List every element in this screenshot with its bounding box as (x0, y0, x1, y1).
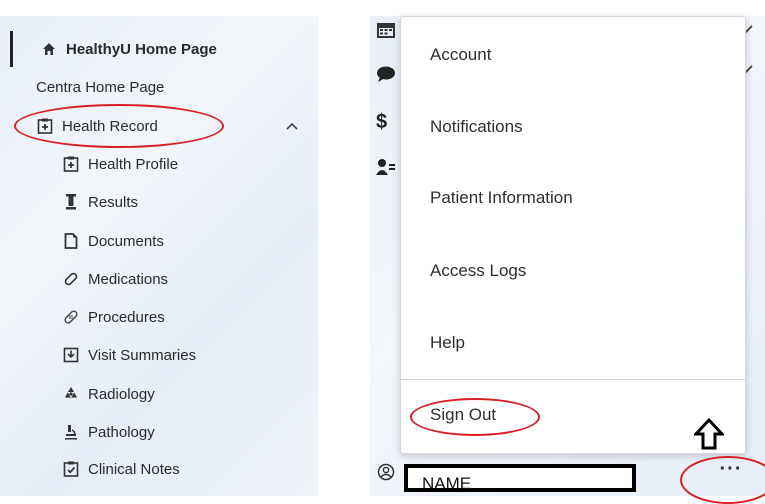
nav-item-radiology[interactable]: Radiology (62, 385, 155, 403)
microscope-icon (62, 423, 80, 441)
nav-item-pathology[interactable]: Pathology (62, 423, 155, 441)
nav-item-label: Documents (88, 232, 164, 250)
menu-divider (401, 379, 745, 380)
nav-item-label: HealthyU Home Page (66, 40, 217, 58)
user-name-text: NAME (422, 474, 472, 493)
home-icon (40, 40, 58, 58)
medical-record-icon (62, 155, 80, 173)
nav-item-label: Results (88, 193, 139, 211)
user-circle-icon (377, 463, 395, 481)
test-tube-icon (62, 193, 80, 211)
nav-item-centra-home[interactable]: Centra Home Page (36, 79, 164, 96)
menu-item-notifications[interactable]: Notifications (430, 117, 523, 137)
nav-item-health-profile[interactable]: Health Profile (62, 155, 178, 173)
calendar-icon[interactable] (376, 20, 396, 40)
menu-item-patient-information[interactable]: Patient Information (430, 188, 573, 208)
billing-dollar-icon[interactable]: $ (376, 112, 396, 132)
nav-item-label: Centra Home Page (36, 79, 165, 96)
nav-item-label: Clinical Notes (88, 460, 180, 478)
nav-item-healthyu-home[interactable]: HealthyU Home Page (40, 40, 217, 58)
nav-item-visit-summaries[interactable]: Visit Summaries (62, 346, 196, 364)
annotation-oval (680, 456, 765, 504)
nav-item-label: Pathology (88, 423, 155, 441)
document-icon (62, 232, 80, 250)
nav-item-label: Procedures (88, 308, 165, 326)
nav-item-results[interactable]: Results (62, 193, 138, 211)
menu-item-access-logs[interactable]: Access Logs (430, 261, 526, 281)
annotation-oval (14, 104, 224, 148)
account-dropdown-menu: Account Notifications Patient Informatio… (400, 16, 746, 454)
notes-icon (62, 460, 80, 478)
user-list-icon[interactable] (376, 158, 396, 178)
nav-item-label: Health Profile (88, 155, 179, 173)
arrow-up-icon (694, 418, 724, 450)
annotation-oval (410, 398, 540, 436)
user-name-field: NAME (404, 464, 636, 493)
bandage-icon (62, 308, 80, 326)
active-indicator (10, 31, 13, 67)
menu-item-account[interactable]: Account (430, 45, 491, 65)
pill-icon (62, 270, 80, 288)
radiology-icon (62, 385, 80, 403)
nav-item-medications[interactable]: Medications (62, 270, 168, 288)
menu-item-help[interactable]: Help (430, 333, 465, 353)
nav-item-label: Medications (88, 270, 169, 288)
chevron-up-icon[interactable] (284, 118, 300, 134)
nav-item-clinical-notes[interactable]: Clinical Notes (62, 460, 180, 478)
nav-item-label: Visit Summaries (88, 346, 197, 364)
nav-item-label: Radiology (88, 385, 155, 403)
nav-item-documents[interactable]: Documents (62, 232, 164, 250)
download-box-icon (62, 346, 80, 364)
chat-icon[interactable] (376, 64, 396, 84)
nav-item-procedures[interactable]: Procedures (62, 308, 165, 326)
